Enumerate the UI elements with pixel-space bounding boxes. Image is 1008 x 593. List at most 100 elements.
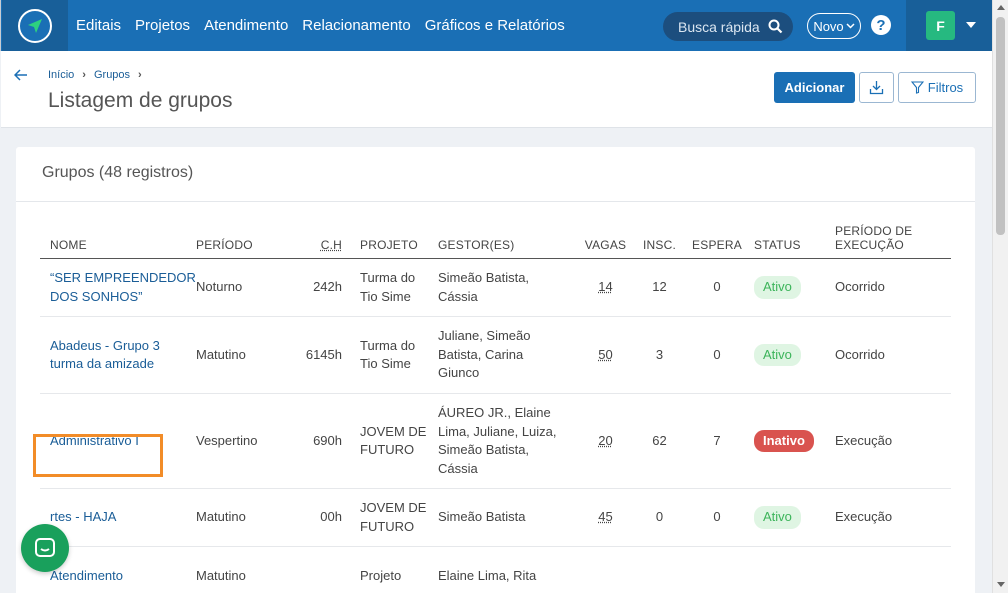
vagas-value[interactable]: 45	[598, 509, 612, 524]
table-row[interactable]: Administrativo I Vespertino 690h JOVEM D…	[40, 393, 951, 489]
app-logo[interactable]	[2, 0, 68, 51]
novo-dropdown-button[interactable]: Novo	[807, 13, 861, 39]
cell-insc: 62	[633, 393, 686, 489]
table-row[interactable]: rtes - HAJA Matutino 00h JOVEM DE FUTURO …	[40, 488, 951, 547]
projeto-line: Projeto	[360, 568, 402, 584]
col-insc[interactable]: INSC.	[633, 224, 686, 259]
nome-line: turma da amizade	[50, 356, 155, 371]
cell-projeto: Turma do Tio Sime	[342, 316, 438, 394]
page-title: Listagem de grupos	[48, 89, 233, 112]
group-name-link[interactable]: “SER EMPREENDEDOR DOS SONHOS”	[50, 269, 196, 306]
table-row[interactable]: Abadeus - Grupo 3 turma da amizade Matuti…	[40, 316, 951, 394]
cell-gestor: ÁUREO JR., Elaine Lima, Juliane, Luiza, Si…	[438, 393, 578, 489]
breadcrumb: Início › Grupos ›	[48, 69, 142, 81]
scroll-up-icon[interactable]	[997, 5, 1005, 10]
col-projeto[interactable]: PROJETO	[342, 224, 438, 259]
col-periodo[interactable]: PERÍODO	[196, 224, 290, 259]
nav-graficos-relatorios[interactable]: Gráficos e Relatórios	[425, 17, 565, 34]
cell-periodo: Vespertino	[196, 393, 290, 489]
filter-button[interactable]: Filtros	[898, 72, 976, 103]
projeto-line: FUTURO	[360, 442, 415, 457]
col-status[interactable]: STATUS	[748, 224, 835, 259]
cell-vagas: 45	[578, 488, 633, 547]
quick-search-input[interactable]: Busca rápida	[663, 12, 793, 41]
vagas-value[interactable]: 14	[598, 279, 612, 294]
add-button[interactable]: Adicionar	[774, 72, 855, 103]
main-nav: Editais Projetos Atendimento Relacioname…	[76, 0, 579, 51]
col-exec-line2: EXECUÇÃO	[835, 238, 904, 252]
breadcrumb-grupos[interactable]: Grupos	[94, 69, 130, 81]
cell-status: Ativo	[748, 258, 835, 317]
cell-espera: 0	[686, 316, 748, 394]
gestor-line: Juliane, Simeão	[438, 328, 531, 344]
gestor-line: Simeão Batista,	[438, 270, 530, 285]
projeto-line: FUTURO	[360, 518, 415, 534]
cell-ch: 690h	[290, 393, 342, 489]
nome-line: rtes - HAJA	[50, 509, 117, 525]
cell-periodo: Noturno	[196, 258, 290, 317]
cell-espera: 0	[686, 258, 748, 317]
group-name-link[interactable]: Atendimento	[50, 567, 196, 586]
vagas-value[interactable]: 50	[598, 347, 612, 362]
cell-periodo-execucao: Ocorrido	[835, 258, 951, 317]
cell-ch: 00h	[290, 488, 342, 547]
cell-vagas: 14	[578, 258, 633, 317]
table-row[interactable]: Atendimento Matutino Projeto Elaine Lima…	[40, 546, 951, 593]
cell-status: Ativo	[748, 488, 835, 547]
cell-status: Inativo	[748, 393, 835, 489]
group-name-link[interactable]: rtes - HAJA	[50, 508, 196, 527]
gestor-line: Lima, Juliane, Luiza,	[438, 423, 557, 439]
help-icon[interactable]: ?	[871, 15, 891, 35]
back-arrow-icon[interactable]	[13, 65, 28, 86]
gestor-line: Cássia	[438, 288, 478, 304]
cell-projeto: Turma do Tio Sime	[342, 258, 438, 317]
cell-gestor: Simeão Batista, Cássia	[438, 258, 578, 317]
download-button[interactable]	[859, 72, 894, 103]
nav-projetos[interactable]: Projetos	[135, 17, 190, 34]
projeto-line: Tio Sime	[360, 288, 411, 304]
cell-vagas: 50	[578, 316, 633, 394]
download-icon	[869, 81, 884, 95]
chevron-down-icon	[846, 23, 855, 29]
col-exec-line1: PERÍODO DE	[835, 224, 913, 238]
projeto-line: Tio Sime	[360, 356, 411, 371]
top-navbar: Editais Projetos Atendimento Relacioname…	[0, 0, 993, 51]
vertical-scrollbar[interactable]	[992, 0, 1008, 593]
nome-line: “SER EMPREENDEDOR	[50, 270, 196, 285]
breadcrumb-inicio[interactable]: Início	[48, 69, 74, 81]
cell-periodo: Matutino	[196, 488, 290, 547]
col-gestor[interactable]: GESTOR(ES)	[438, 224, 578, 259]
col-vagas[interactable]: VAGAS	[578, 224, 633, 259]
col-espera[interactable]: ESPERA	[686, 224, 748, 259]
col-nome[interactable]: NOME	[40, 224, 196, 259]
nav-relacionamento[interactable]: Relacionamento	[302, 17, 410, 34]
scroll-down-icon[interactable]	[997, 582, 1005, 587]
cell-ch: 242h	[290, 258, 342, 317]
cell-status: Ativo	[748, 316, 835, 394]
nome-line: Atendimento	[50, 568, 123, 584]
nav-atendimento[interactable]: Atendimento	[204, 17, 288, 34]
cell-espera: 0	[686, 488, 748, 547]
projeto-line: JOVEM DE	[360, 423, 427, 439]
user-menu[interactable]: F	[906, 0, 993, 51]
group-name-link[interactable]: Administrativo I	[50, 432, 196, 451]
cell-espera	[686, 546, 748, 593]
divider	[16, 201, 975, 202]
col-periodo-execucao[interactable]: PERÍODO DE EXECUÇÃO	[835, 224, 951, 259]
vagas-value[interactable]: 20	[598, 433, 612, 448]
cell-insc: 3	[633, 316, 686, 394]
col-ch[interactable]: C.H	[290, 224, 342, 259]
gestor-line: Simeão Batista,	[438, 442, 530, 457]
cell-periodo-execucao: Execução	[835, 488, 951, 547]
gestor-line: ÁUREO JR., Elaine	[438, 405, 551, 420]
table-header-row: NOME PERÍODO C.H PROJETO GESTOR(ES) VAGA…	[40, 224, 951, 259]
group-name-link[interactable]: Abadeus - Grupo 3 turma da amizade	[50, 337, 196, 374]
search-placeholder: Busca rápida	[678, 18, 760, 35]
cell-projeto: JOVEM DE FUTURO	[342, 488, 438, 547]
table-row[interactable]: “SER EMPREENDEDOR DOS SONHOS” Noturno 242…	[40, 258, 951, 317]
nav-editais[interactable]: Editais	[76, 17, 121, 34]
cell-espera: 7	[686, 393, 748, 489]
scroll-thumb[interactable]	[996, 17, 1005, 235]
chat-button[interactable]	[21, 524, 69, 572]
chevron-right-icon: ›	[138, 69, 142, 81]
